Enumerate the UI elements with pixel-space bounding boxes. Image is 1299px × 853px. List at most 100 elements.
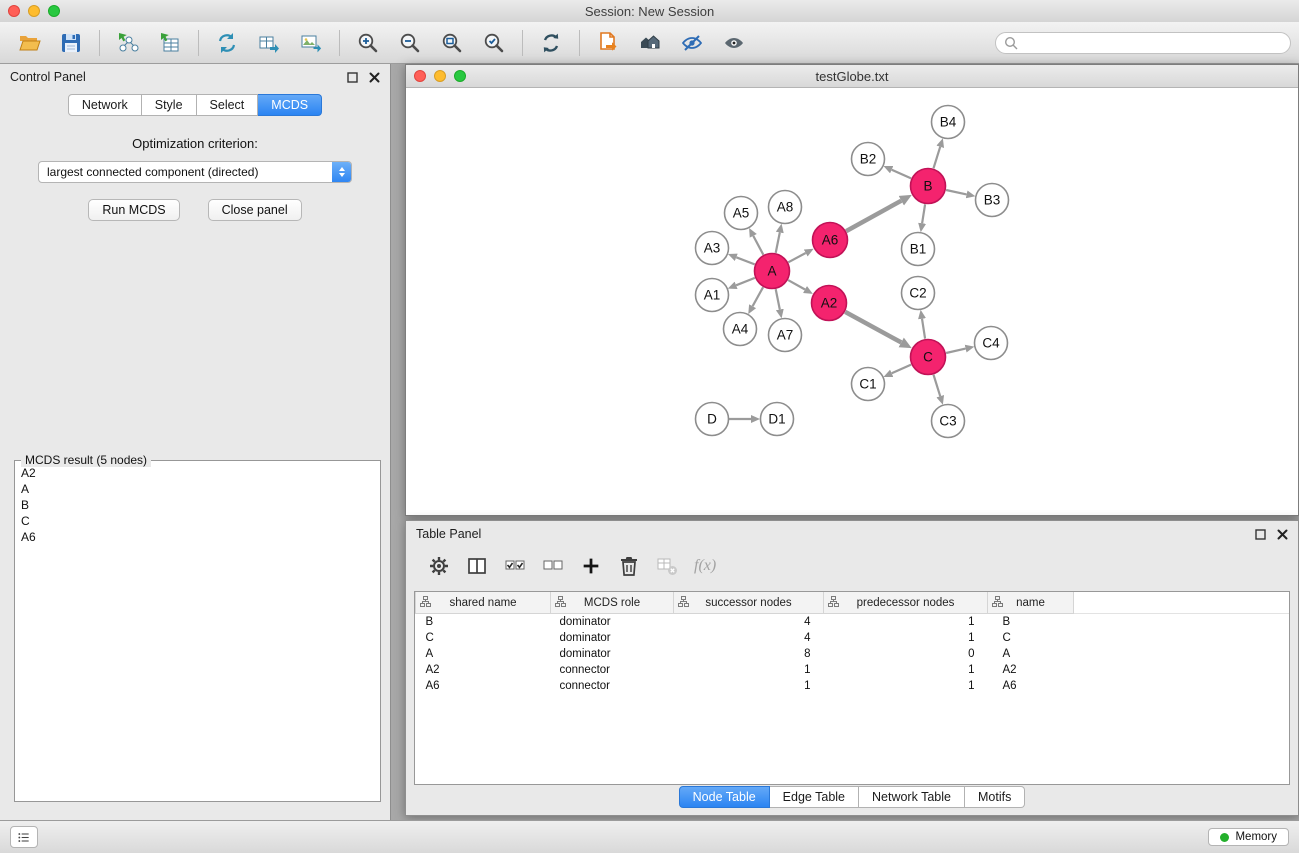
float-panel-icon[interactable] — [347, 72, 358, 83]
zoom-window-button[interactable] — [48, 5, 60, 17]
zoom-selected-button[interactable] — [473, 26, 515, 60]
table-cell[interactable]: connector — [551, 678, 674, 694]
node-C2[interactable]: C2 — [902, 277, 935, 310]
minimize-window-button[interactable] — [28, 5, 40, 17]
table-row[interactable]: Bdominator41B — [416, 614, 1290, 631]
node-A4[interactable]: A4 — [724, 313, 757, 346]
edge-A-A1[interactable] — [736, 278, 755, 285]
node-A2[interactable]: A2 — [812, 286, 847, 321]
column-header-shared-name[interactable]: shared name — [416, 592, 551, 614]
edge-B-B1[interactable] — [922, 204, 925, 223]
node-A3[interactable]: A3 — [696, 232, 729, 265]
table-cell[interactable]: 1 — [824, 678, 988, 694]
table-row[interactable]: Cdominator41C — [416, 630, 1290, 646]
node-B2[interactable]: B2 — [852, 143, 885, 176]
optimization-criterion-dropdown[interactable]: largest connected component (directed) — [38, 161, 352, 183]
column-header-successor-nodes[interactable]: successor nodes — [674, 592, 824, 614]
edge-C-C4[interactable] — [946, 349, 966, 353]
show-panels-button[interactable] — [10, 826, 38, 848]
table-cell[interactable]: 1 — [674, 678, 824, 694]
mcds-result-item[interactable]: B — [21, 497, 380, 513]
node-B4[interactable]: B4 — [932, 106, 965, 139]
table-cell[interactable]: C — [988, 630, 1074, 646]
search-input[interactable] — [1023, 35, 1282, 51]
zoom-fit-button[interactable] — [431, 26, 473, 60]
node-D1[interactable]: D1 — [761, 403, 794, 436]
zoom-in-button[interactable] — [347, 26, 389, 60]
table-cell[interactable]: B — [988, 614, 1074, 631]
table-cell[interactable]: A — [416, 646, 551, 662]
hide-details-button[interactable] — [671, 26, 713, 60]
export-table-button[interactable] — [248, 26, 290, 60]
delete-column-button[interactable] — [612, 551, 646, 581]
clear-table-button[interactable] — [650, 551, 684, 581]
column-header-name[interactable]: name — [988, 592, 1074, 614]
table-cell[interactable]: connector — [551, 662, 674, 678]
deselect-all-columns-button[interactable] — [536, 551, 570, 581]
edge-A-A2[interactable] — [788, 280, 805, 289]
export-image-button[interactable] — [290, 26, 332, 60]
table-cell[interactable]: 4 — [674, 614, 824, 631]
edge-A6-B[interactable] — [846, 201, 901, 231]
mcds-result-item[interactable]: A — [21, 481, 380, 497]
table-cell[interactable]: 8 — [674, 646, 824, 662]
node-A5[interactable]: A5 — [725, 197, 758, 230]
edge-A-A8[interactable] — [776, 233, 780, 253]
edge-A-A6[interactable] — [788, 253, 805, 262]
column-header-predecessor-nodes[interactable]: predecessor nodes — [824, 592, 988, 614]
table-settings-button[interactable] — [422, 551, 456, 581]
memory-button[interactable]: Memory — [1208, 828, 1289, 846]
edge-C-C1[interactable] — [892, 365, 911, 374]
save-session-button[interactable] — [50, 26, 92, 60]
close-panel-icon[interactable] — [369, 72, 380, 83]
import-network-button[interactable] — [107, 26, 149, 60]
network-window-titlebar[interactable]: testGlobe.txt — [406, 65, 1298, 88]
function-builder-button[interactable]: f(x) — [694, 557, 716, 575]
tab-motifs[interactable]: Motifs — [965, 786, 1025, 808]
zoom-out-button[interactable] — [389, 26, 431, 60]
reload-network-button[interactable] — [206, 26, 248, 60]
table-row[interactable]: Adominator80A — [416, 646, 1290, 662]
edge-A-A7[interactable] — [776, 289, 780, 309]
node-C4[interactable]: C4 — [975, 327, 1008, 360]
tab-node-table[interactable]: Node Table — [679, 786, 770, 808]
mcds-result-item[interactable]: C — [21, 513, 380, 529]
open-session-button[interactable] — [8, 26, 50, 60]
network-zoom-button[interactable] — [454, 70, 466, 82]
edge-B-B3[interactable] — [946, 190, 967, 194]
node-A1[interactable]: A1 — [696, 279, 729, 312]
table-cell[interactable]: 1 — [824, 662, 988, 678]
edge-A-A5[interactable] — [753, 236, 763, 255]
edge-C-C3[interactable] — [934, 375, 941, 397]
table-cell[interactable]: 0 — [824, 646, 988, 662]
refresh-button[interactable] — [530, 26, 572, 60]
table-cell[interactable]: A2 — [416, 662, 551, 678]
tab-network-table[interactable]: Network Table — [859, 786, 965, 808]
node-C[interactable]: C — [911, 340, 946, 375]
node-A8[interactable]: A8 — [769, 191, 802, 224]
float-panel-icon[interactable] — [1255, 529, 1266, 540]
table-cell[interactable]: dominator — [551, 614, 674, 631]
table-cell[interactable]: dominator — [551, 646, 674, 662]
mcds-result-item[interactable]: A2 — [21, 465, 380, 481]
edge-C-C2[interactable] — [922, 319, 925, 339]
run-mcds-button[interactable]: Run MCDS — [88, 199, 179, 221]
column-header-MCDS-role[interactable]: MCDS role — [551, 592, 674, 614]
create-column-button[interactable] — [574, 551, 608, 581]
table-cell[interactable]: 4 — [674, 630, 824, 646]
show-details-button[interactable] — [713, 26, 755, 60]
table-cell[interactable]: B — [416, 614, 551, 631]
edge-A-A3[interactable] — [736, 257, 754, 264]
edge-B-B2[interactable] — [892, 170, 911, 179]
table-cell[interactable]: 1 — [824, 614, 988, 631]
node-C3[interactable]: C3 — [932, 405, 965, 438]
table-cell[interactable]: A — [988, 646, 1074, 662]
network-close-button[interactable] — [414, 70, 426, 82]
import-table-button[interactable] — [149, 26, 191, 60]
tab-mcds[interactable]: MCDS — [258, 94, 322, 116]
network-canvas[interactable]: B4B2BB3A5A8A6B1A3AC2A1A2A4A7C4CC1C3DD1 — [406, 88, 1298, 516]
node-A7[interactable]: A7 — [769, 319, 802, 352]
node-B3[interactable]: B3 — [976, 184, 1009, 217]
close-panel-button[interactable]: Close panel — [208, 199, 302, 221]
table-cell[interactable]: dominator — [551, 630, 674, 646]
